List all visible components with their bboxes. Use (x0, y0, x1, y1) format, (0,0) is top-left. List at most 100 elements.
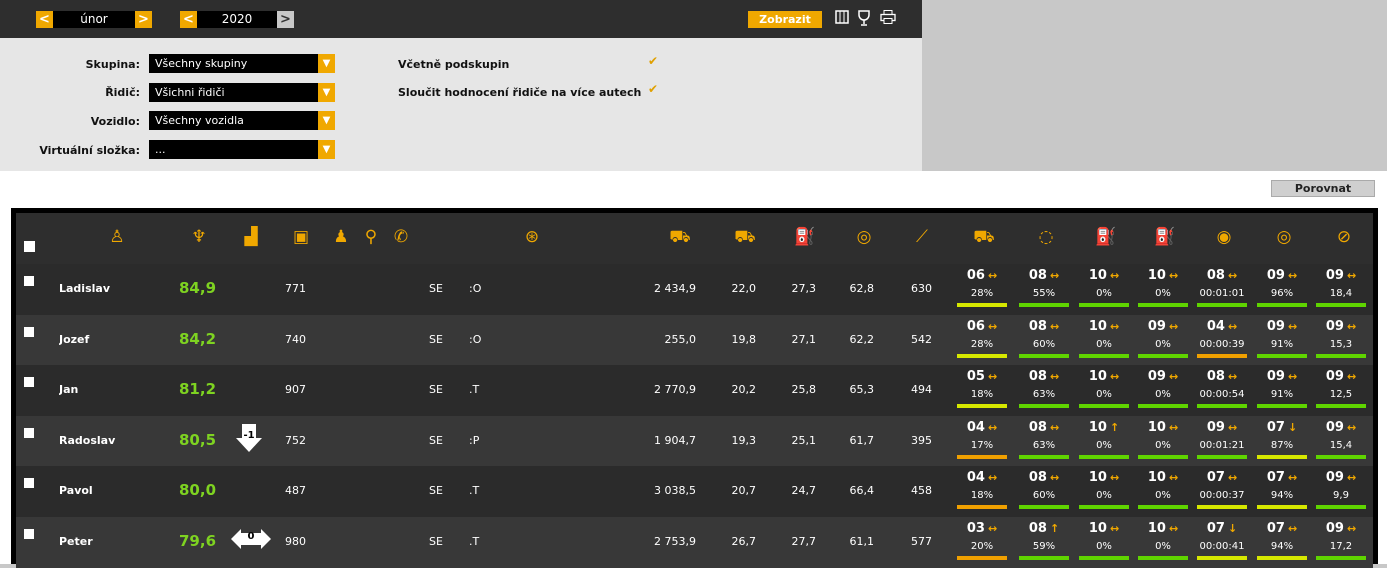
select-all-checkbox[interactable] (24, 241, 35, 252)
steering-wheel-icon[interactable]: ⊛ (519, 226, 545, 248)
driver-name[interactable]: Radoslav (59, 434, 129, 447)
evaluation-cell[interactable]: 09 ↔ 15,3 (1316, 315, 1366, 366)
evaluation-cell[interactable]: 10 ↔ 0% (1079, 264, 1129, 315)
vozidlo-select[interactable]: Všechny vozidla ▼ (149, 111, 335, 130)
evaluation-cell[interactable]: 04 ↔ 17% (957, 416, 1007, 467)
evaluation-cell[interactable]: 08 ↔ 63% (1019, 365, 1069, 416)
tree-icon[interactable]: ⚲ (358, 226, 384, 248)
evaluation-cell[interactable]: 08 ↔ 60% (1019, 466, 1069, 517)
driver-name[interactable]: Peter (59, 535, 129, 548)
row-checkbox[interactable] (24, 377, 34, 387)
trophy-icon[interactable]: ♆ (186, 226, 212, 248)
evaluation-cell[interactable]: 10 ↔ 0% (1138, 264, 1188, 315)
evaluation-cell[interactable]: 09 ↔ 0% (1138, 365, 1188, 416)
fuel-refill-icon[interactable]: ⛽ (1152, 226, 1178, 248)
fuel-can-icon[interactable]: ⛽ (1093, 226, 1119, 248)
evaluation-cell[interactable]: 07 ↔ 00:00:37 (1197, 466, 1247, 517)
trophy-icon[interactable] (856, 10, 872, 28)
evaluation-cell[interactable]: 10 ↔ 0% (1079, 466, 1129, 517)
evaluation-cell[interactable]: 10 ↔ 0% (1138, 466, 1188, 517)
coins-icon[interactable]: ◌ (1033, 226, 1059, 248)
evaluation-cell[interactable]: 06 ↔ 28% (957, 315, 1007, 366)
speed-gauge-icon[interactable]: ◎ (851, 226, 877, 248)
brake-icon[interactable]: ◎ (1271, 226, 1297, 248)
table-row[interactable]: Ladislav 84,9 771 SE :O 2 434,9 22,0 27,… (16, 264, 1373, 315)
phone-icon[interactable]: ✆ (388, 226, 414, 248)
evaluation-cell[interactable]: 05 ↔ 18% (957, 365, 1007, 416)
table-row[interactable]: Jan 81,2 907 SE .T 2 770,9 20,2 25,8 65,… (16, 365, 1373, 416)
year-value[interactable]: 2020 (197, 11, 277, 28)
evaluation-cell[interactable]: 08 ↑ 59% (1019, 517, 1069, 568)
slope-icon[interactable]: ⟋ (909, 226, 935, 248)
rank-chart-icon[interactable]: ▟ (238, 226, 264, 248)
evaluation-cell[interactable]: 10 ↔ 0% (1079, 315, 1129, 366)
group-icon[interactable]: ♟ (328, 226, 354, 248)
evaluation-cell[interactable]: 06 ↔ 28% (957, 264, 1007, 315)
evaluation-cell[interactable]: 07 ↔ 94% (1257, 466, 1307, 517)
driver-name[interactable]: Pavol (59, 484, 129, 497)
evaluation-cell[interactable]: 03 ↔ 20% (957, 517, 1007, 568)
evaluation-cell[interactable]: 08 ↔ 00:01:01 (1197, 264, 1247, 315)
truck-distance-icon[interactable]: ⛟ (667, 226, 693, 248)
evaluation-cell[interactable]: 09 ↔ 15,4 (1316, 416, 1366, 467)
evaluation-cell[interactable]: 08 ↔ 55% (1019, 264, 1069, 315)
evaluation-cell[interactable]: 09 ↔ 0% (1138, 315, 1188, 366)
table-row[interactable]: Pavol 80,0 487 SE .T 3 038,5 20,7 24,7 6… (16, 466, 1373, 517)
truck-icon[interactable]: ⛟ (732, 226, 758, 248)
evaluation-cell[interactable]: 10 ↑ 0% (1079, 416, 1129, 467)
month-prev-button[interactable]: < (36, 11, 53, 28)
evaluation-cell[interactable]: 08 ↔ 00:00:54 (1197, 365, 1247, 416)
vcetne-podskupin-checkbox[interactable]: ✔ (648, 55, 660, 67)
evaluation-cell[interactable]: 10 ↔ 0% (1138, 517, 1188, 568)
row-checkbox[interactable] (24, 478, 34, 488)
evaluation-cell[interactable]: 04 ↔ 00:00:39 (1197, 315, 1247, 366)
driver-name[interactable]: Ladislav (59, 282, 129, 295)
row-checkbox[interactable] (24, 326, 34, 337)
evaluation-cell[interactable]: 07 ↓ 87% (1257, 416, 1307, 467)
evaluation-cell[interactable]: 10 ↔ 0% (1079, 365, 1129, 416)
eye-icon[interactable]: ◉ (1211, 226, 1237, 248)
evaluation-cell[interactable]: 09 ↔ 91% (1257, 365, 1307, 416)
row-checkbox[interactable] (24, 276, 34, 286)
porovnat-button[interactable]: Porovnat (1271, 180, 1375, 197)
driver-name[interactable]: Jozef (59, 333, 129, 346)
driver-icon[interactable]: ♙ (104, 226, 130, 248)
evaluation-cell[interactable]: 09 ↔ 18,4 (1316, 264, 1366, 315)
month-value[interactable]: únor (53, 11, 135, 28)
evaluation-value: 00:01:21 (1199, 439, 1245, 451)
evaluation-cell[interactable]: 09 ↔ 17,2 (1316, 517, 1366, 568)
table-row[interactable]: Radoslav 80,5 752 SE :P 1 904,7 19,3 25,… (16, 415, 1373, 467)
evaluation-cell[interactable]: 10 ↔ 0% (1079, 517, 1129, 568)
zobrazit-button[interactable]: Zobrazit (748, 11, 822, 28)
evaluation-cell[interactable]: 10 ↔ 0% (1138, 416, 1188, 467)
row-checkbox[interactable] (24, 427, 34, 438)
print-icon[interactable] (880, 10, 896, 28)
row-checkbox[interactable] (24, 528, 34, 539)
driver-name[interactable]: Jan (59, 383, 129, 396)
sloucit-checkbox[interactable]: ✔ (648, 83, 660, 95)
export-excel-icon[interactable] (834, 10, 850, 28)
evaluation-cell[interactable]: 09 ↔ 91% (1257, 315, 1307, 366)
id-card-icon[interactable]: ▣ (288, 226, 314, 248)
fuel-icon[interactable]: ⛽ (792, 226, 818, 248)
evaluation-cell[interactable]: 04 ↔ 18% (957, 466, 1007, 517)
skupina-select[interactable]: Všechny skupiny ▼ (149, 54, 335, 73)
year-prev-button[interactable]: < (180, 11, 197, 28)
evaluation-cell[interactable]: 09 ↔ 9,9 (1316, 466, 1366, 517)
evaluation-cell[interactable]: 08 ↔ 63% (1019, 416, 1069, 467)
virtualni-select[interactable]: ... ▼ (149, 140, 335, 159)
ridic-select[interactable]: Všichni řidiči ▼ (149, 83, 335, 102)
evaluation-cell[interactable]: 09 ↔ 12,5 (1316, 365, 1366, 416)
table-row[interactable]: Peter 79,6 980 SE .T 2 753,9 26,7 27,7 6… (16, 516, 1373, 568)
chevron-down-icon: ▼ (318, 54, 335, 73)
tow-truck-icon[interactable]: ⛟ (971, 226, 997, 248)
evaluation-cell[interactable]: 09 ↔ 00:01:21 (1197, 416, 1247, 467)
speedometer-icon[interactable]: ⊘ (1331, 226, 1357, 248)
evaluation-cell[interactable]: 09 ↔ 96% (1257, 264, 1307, 315)
table-row[interactable]: Jozef 84,2 740 SE :O 255,0 19,8 27,1 62,… (16, 314, 1373, 366)
evaluation-cell[interactable]: 08 ↔ 60% (1019, 315, 1069, 366)
year-next-button[interactable]: > (277, 11, 294, 28)
evaluation-cell[interactable]: 07 ↔ 94% (1257, 517, 1307, 568)
evaluation-cell[interactable]: 07 ↓ 00:00:41 (1197, 517, 1247, 568)
month-next-button[interactable]: > (135, 11, 152, 28)
